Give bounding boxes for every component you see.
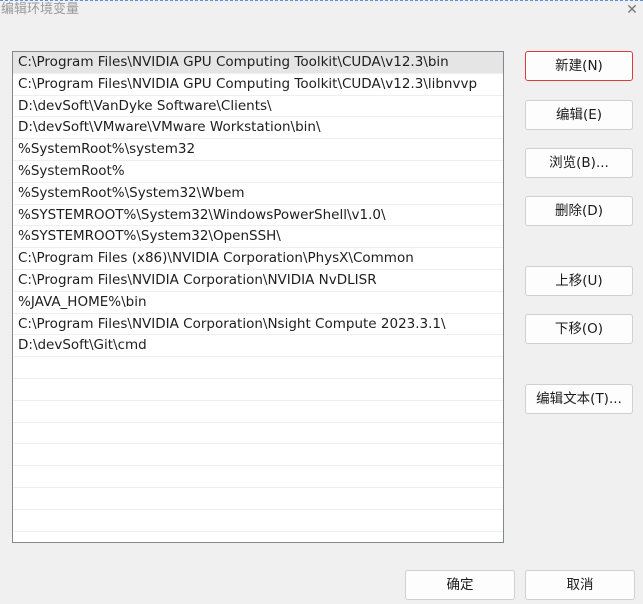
empty-list-row[interactable] (13, 423, 503, 445)
list-item[interactable]: %JAVA_HOME%\bin (13, 292, 503, 314)
move-up-button[interactable]: 上移(U) (525, 266, 633, 296)
empty-list-row[interactable] (13, 488, 503, 510)
empty-list-row[interactable] (13, 466, 503, 488)
dialog-title: 编辑环境变量 (1, 2, 80, 17)
empty-list-row[interactable] (13, 379, 503, 401)
edit-button[interactable]: 编辑(E) (525, 100, 633, 130)
move-down-button[interactable]: 下移(O) (525, 314, 633, 344)
empty-list-row[interactable] (13, 444, 503, 467)
empty-list-row[interactable] (13, 510, 503, 532)
list-item[interactable]: %SystemRoot% (13, 161, 503, 183)
ok-button[interactable]: 确定 (405, 570, 515, 600)
cancel-button[interactable]: 取消 (525, 570, 635, 600)
list-item[interactable]: D:\devSoft\VMware\VMware Workstation\bin… (13, 117, 503, 140)
list-item[interactable]: %SYSTEMROOT%\System32\WindowsPowerShell\… (13, 205, 503, 227)
list-item[interactable]: D:\devSoft\Git\cmd (13, 335, 503, 358)
list-item[interactable]: %SystemRoot%\system32 (13, 139, 503, 161)
list-item[interactable]: C:\Program Files (x86)\NVIDIA Corporatio… (13, 248, 503, 270)
list-item[interactable]: C:\Program Files\NVIDIA GPU Computing To… (13, 52, 503, 74)
delete-button[interactable]: 删除(D) (525, 196, 633, 226)
close-icon[interactable]: ✕ (624, 2, 640, 18)
empty-list-row[interactable] (13, 357, 503, 379)
list-item[interactable]: C:\Program Files\NVIDIA Corporation\NVID… (13, 270, 503, 292)
list-item[interactable]: C:\Program Files\NVIDIA GPU Computing To… (13, 74, 503, 96)
browse-button[interactable]: 浏览(B)... (525, 148, 633, 178)
new-button[interactable]: 新建(N) (525, 51, 633, 81)
title-bar: 编辑环境变量 ✕ (0, 0, 643, 21)
list-item[interactable]: C:\Program Files\NVIDIA Corporation\Nsig… (13, 314, 503, 336)
list-item[interactable]: D:\devSoft\VanDyke Software\Clients\ (13, 96, 503, 118)
list-item[interactable]: %SystemRoot%\System32\Wbem (13, 183, 503, 205)
empty-list-row[interactable] (13, 401, 503, 423)
edit-environment-variable-dialog: 编辑环境变量 ✕ C:\Program Files\NVIDIA GPU Com… (0, 0, 643, 604)
list-item[interactable]: %SYSTEMROOT%\System32\OpenSSH\ (13, 226, 503, 249)
edit-text-button[interactable]: 编辑文本(T)... (525, 384, 633, 414)
path-list[interactable]: C:\Program Files\NVIDIA GPU Computing To… (12, 51, 504, 543)
